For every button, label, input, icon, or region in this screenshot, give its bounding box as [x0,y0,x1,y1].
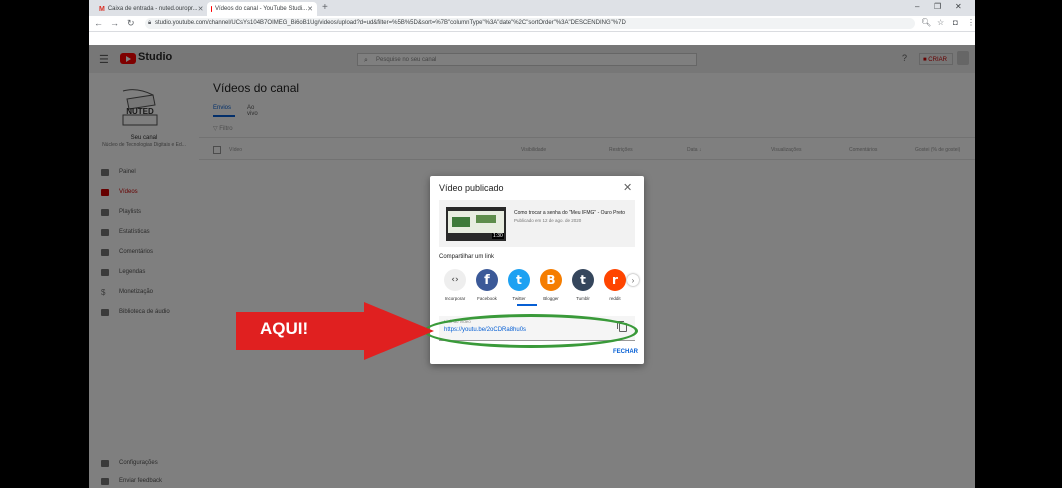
close-button[interactable]: FECHAR [613,349,638,355]
highlight-ellipse [424,314,638,348]
tab-strip: M Caixa de entrada - nuted.ouropr... ✕ V… [89,0,975,16]
blogger-glyph: B [546,273,556,287]
chevron-right-icon[interactable]: › [627,274,639,286]
profile-icon[interactable]: ◘ [953,18,958,27]
back-icon[interactable]: ← [94,18,103,28]
gmail-icon: M [99,5,105,13]
share-label-embed: Incorporar [444,296,466,301]
window-close-icon[interactable]: ✕ [955,2,962,11]
zoom-icon[interactable]: 🔍︎ [921,18,931,27]
thumbnail-shape [476,215,496,223]
annotation-text: AQUI! [260,319,309,338]
tab-gmail[interactable]: M Caixa de entrada - nuted.ouropr... ✕ [95,2,205,16]
tab-label: Vídeos do canal - YouTube Studi... [214,6,308,12]
forward-icon[interactable]: → [110,18,119,28]
lock-icon: 🔒︎ [148,20,152,26]
tumblr-icon[interactable]: t [572,269,594,291]
tumblr-glyph: t [580,273,586,287]
video-thumbnail[interactable]: 1:30 [446,207,506,241]
twitter-icon[interactable]: t [508,269,530,291]
share-label-reddit: reddit [609,296,621,301]
tab-label: Caixa de entrada - nuted.ouropr... [107,6,198,12]
share-label-twitter: Twitter [512,296,526,301]
video-duration: 1:30 [492,233,504,239]
video-card: 1:30 Como trocar a senha do "Meu IFMG" -… [439,200,635,247]
youtube-icon [211,6,212,12]
close-icon[interactable]: ✕ [307,5,313,13]
facebook-glyph: f [484,272,490,288]
star-icon[interactable]: ☆ [937,18,944,27]
reload-icon[interactable]: ↻ [127,18,135,29]
video-date: Publicado em 12 de ago. de 2020 [514,218,582,223]
embed-glyph: ‹› [451,275,459,285]
menu-icon[interactable]: ⋮ [967,18,975,27]
twitter-glyph: t [516,273,522,287]
minimize-icon[interactable]: – [915,2,919,11]
close-icon[interactable]: ✕ [198,5,204,13]
reddit-icon[interactable]: r [604,269,626,291]
share-label: Compartilhar um link [439,254,495,260]
embed-icon[interactable]: ‹› [444,269,466,291]
close-icon[interactable]: ✕ [623,181,632,194]
reddit-glyph: r [612,273,618,287]
new-tab-button[interactable]: + [322,2,328,13]
url-bar[interactable]: 🔒︎ studio.youtube.com/channel/UCsYs104B7… [145,18,915,29]
restore-icon[interactable]: ❐ [934,2,941,11]
share-label-blogger: Blogger [543,296,559,301]
address-bar-row: ← → ↻ 🔒︎ studio.youtube.com/channel/UCsY… [89,16,975,32]
tab-youtube-studio[interactable]: Vídeos do canal - YouTube Studi... ✕ [207,2,317,16]
video-title: Como trocar a senha do "Meu IFMG" - Ouro… [514,210,626,216]
share-label-facebook: Facebook [477,296,497,301]
dialog-title: Vídeo publicado [439,183,504,193]
blogger-icon[interactable]: B [540,269,562,291]
share-label-tumblr: Tumblr [576,296,590,301]
facebook-icon[interactable]: f [476,269,498,291]
url-text: studio.youtube.com/channel/UCsYs104B7OIM… [155,20,626,26]
thumbnail-shape [452,217,470,227]
share-selected-indicator [517,304,537,306]
